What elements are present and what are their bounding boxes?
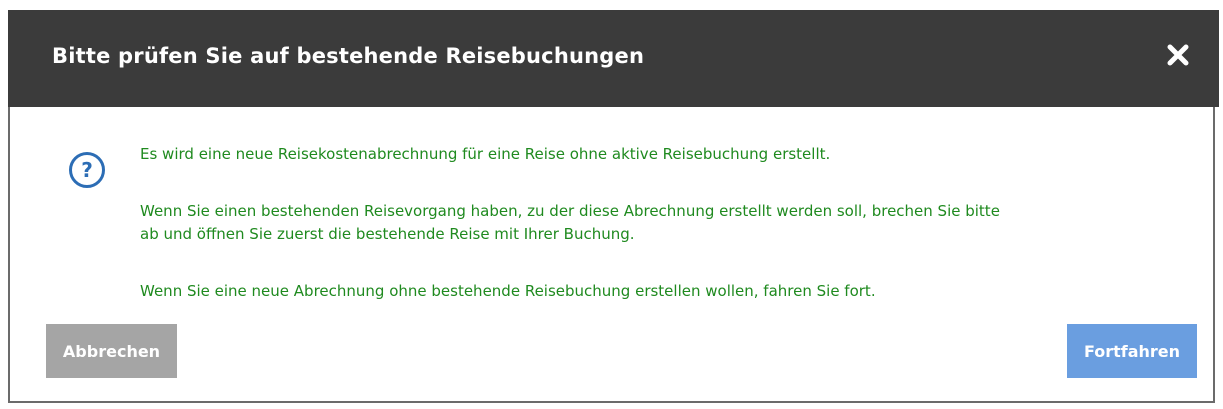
close-button[interactable] <box>1165 42 1191 68</box>
confirmation-dialog: Bitte prüfen Sie auf bestehende Reisebuc… <box>8 10 1219 403</box>
cancel-button[interactable]: Abbrechen <box>46 324 177 378</box>
message-line-3: ab und öffnen Sie zuerst die bestehende … <box>140 225 635 243</box>
dialog-header: Bitte prüfen Sie auf bestehende Reisebuc… <box>8 10 1219 107</box>
continue-button[interactable]: Fortfahren <box>1067 324 1197 378</box>
message-line-4: Wenn Sie eine neue Abrechnung ohne beste… <box>140 282 876 300</box>
question-mark-icon: ? <box>69 152 105 188</box>
dialog-title: Bitte prüfen Sie auf bestehende Reisebuc… <box>52 44 645 68</box>
message-line-2: Wenn Sie einen bestehenden Reisevorgang … <box>140 202 1000 220</box>
question-glyph: ? <box>81 158 93 182</box>
close-icon <box>1165 42 1191 68</box>
message-line-1: Es wird eine neue Reisekostenabrechnung … <box>140 145 831 163</box>
